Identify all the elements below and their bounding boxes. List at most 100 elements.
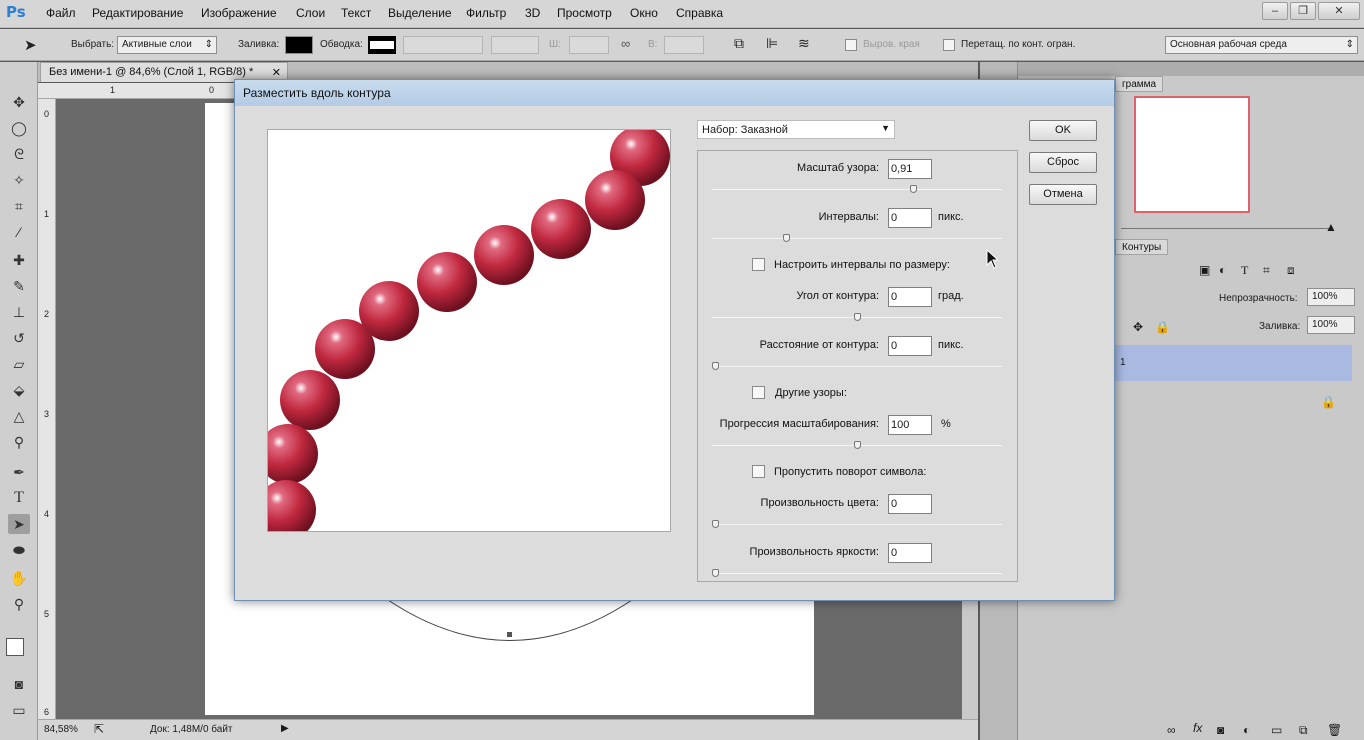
stroke-type-dropdown[interactable]	[491, 36, 539, 54]
image-filter-icon[interactable]: ▣	[1199, 263, 1210, 277]
path-operations-icon[interactable]: ⧉	[734, 35, 744, 52]
scale-progression-input[interactable]: 100	[888, 415, 932, 435]
menu-help[interactable]: Справка	[676, 6, 723, 20]
shape-filter-icon[interactable]: ⌗	[1263, 263, 1270, 278]
menu-layers[interactable]: Слои	[296, 6, 325, 20]
stroke-width-field[interactable]	[403, 36, 483, 54]
path-select-tool-icon[interactable]: ➤	[24, 36, 37, 54]
pen-tool-icon[interactable]: ✒	[8, 462, 30, 482]
link-icon[interactable]: ∞	[621, 36, 630, 51]
lasso-tool-icon[interactable]: ᘓ	[8, 144, 30, 164]
zoom-tool-icon[interactable]: ⚲	[8, 594, 30, 614]
workspace-dropdown[interactable]: Основная рабочая среда ⇕	[1165, 36, 1358, 54]
alt-patterns-checkbox[interactable]	[752, 386, 765, 399]
type-tool-icon[interactable]: T	[8, 488, 30, 508]
menu-filter[interactable]: Фильтр	[466, 6, 506, 20]
spacing-slider-thumb[interactable]	[783, 234, 790, 242]
path-arrangement-icon[interactable]: ≋	[798, 35, 810, 52]
lock-all-icon[interactable]: 🔒	[1155, 320, 1170, 334]
spacing-input[interactable]: 0	[888, 208, 932, 228]
status-menu-arrow-icon[interactable]: ▶	[281, 723, 289, 734]
color-randomness-input[interactable]: 0	[888, 494, 932, 514]
brightness-randomness-slider[interactable]	[712, 569, 1002, 577]
adjust-spacing-checkbox[interactable]	[752, 258, 765, 271]
lock-position-icon[interactable]: ✥	[1133, 320, 1143, 334]
tab-histogram[interactable]: грамма	[1115, 76, 1164, 92]
restore-button[interactable]: ❐	[1290, 2, 1316, 20]
menu-edit[interactable]: Редактирование	[92, 6, 183, 20]
distance-input[interactable]: 0	[888, 336, 932, 356]
add-mask-icon[interactable]: ◙	[1217, 723, 1224, 737]
stroke-swatch[interactable]	[368, 36, 396, 54]
hand-tool-icon[interactable]: ✋	[8, 568, 30, 588]
stamp-tool-icon[interactable]: ⊥	[8, 302, 30, 322]
new-layer-icon[interactable]: ⧉	[1299, 723, 1308, 738]
menu-image[interactable]: Изображение	[201, 6, 277, 20]
scale-progression-slider-thumb[interactable]	[854, 441, 861, 449]
cancel-button[interactable]: Отмена	[1029, 184, 1097, 205]
export-icon[interactable]: ⇱	[94, 722, 104, 736]
navigator-zoom-slider[interactable]	[1121, 228, 1331, 229]
reset-button[interactable]: Сброс	[1029, 152, 1097, 173]
align-edges-checkbox[interactable]	[845, 39, 857, 51]
ellipse-tool-icon[interactable]: ⬬	[8, 540, 30, 560]
type-filter-icon[interactable]: T	[1241, 263, 1248, 278]
close-tab-icon[interactable]: ✕	[272, 66, 281, 79]
brightness-randomness-input[interactable]: 0	[888, 543, 932, 563]
angle-slider-thumb[interactable]	[854, 313, 861, 321]
zoom-in-icon[interactable]: ▲	[1325, 220, 1337, 234]
select-dropdown[interactable]: Активные слои ⇕	[117, 36, 217, 54]
adjustment-layer-icon[interactable]: ◐	[1243, 723, 1250, 737]
brush-tool-icon[interactable]: ✎	[8, 276, 30, 296]
minimize-button[interactable]: –	[1262, 2, 1288, 20]
crop-tool-icon[interactable]: ⌗	[8, 196, 30, 216]
smart-object-filter-icon[interactable]: ⧈	[1287, 263, 1295, 278]
fill-field[interactable]: 100%	[1307, 316, 1355, 334]
width-field[interactable]	[569, 36, 609, 54]
new-group-icon[interactable]: ▭	[1271, 723, 1282, 737]
opacity-field[interactable]: 100%	[1307, 288, 1355, 306]
brightness-randomness-slider-thumb[interactable]	[712, 569, 719, 577]
path-selection-tool-icon[interactable]: ➤	[8, 514, 30, 534]
navigator-thumbnail[interactable]	[1134, 96, 1250, 213]
angle-input[interactable]: 0	[888, 287, 932, 307]
foreground-color-swatch[interactable]	[6, 638, 24, 656]
spacing-slider[interactable]	[712, 234, 1002, 242]
history-brush-tool-icon[interactable]: ↺	[8, 328, 30, 348]
fx-icon[interactable]: fx	[1193, 721, 1202, 735]
tab-paths[interactable]: Контуры	[1115, 239, 1169, 255]
marquee-tool-icon[interactable]: ◯	[8, 118, 30, 138]
close-window-button[interactable]: ✕	[1318, 2, 1360, 20]
menu-type[interactable]: Текст	[341, 6, 371, 20]
eyedropper-tool-icon[interactable]: ⁄	[8, 222, 30, 242]
screen-mode-icon[interactable]: ▭	[8, 700, 30, 720]
distance-slider-thumb[interactable]	[712, 362, 719, 370]
scale-progression-slider[interactable]	[712, 441, 1002, 449]
menu-window[interactable]: Окно	[630, 6, 658, 20]
scale-input[interactable]: 0,91	[888, 159, 932, 179]
angle-slider[interactable]	[712, 313, 1002, 321]
preset-dropdown[interactable]: Набор: Заказной ▼	[697, 120, 895, 139]
menu-view[interactable]: Просмотр	[557, 6, 612, 20]
eraser-tool-icon[interactable]: ▱	[8, 354, 30, 374]
magic-wand-tool-icon[interactable]: ✧	[8, 170, 30, 190]
menu-3d[interactable]: 3D	[525, 6, 540, 20]
scale-slider-thumb[interactable]	[910, 185, 917, 193]
dodge-tool-icon[interactable]: ⚲	[8, 432, 30, 452]
blur-tool-icon[interactable]: △	[8, 406, 30, 426]
constrain-checkbox[interactable]	[943, 39, 955, 51]
scale-slider[interactable]	[712, 185, 1002, 193]
quick-mask-icon[interactable]: ◙	[8, 674, 30, 694]
ok-button[interactable]: OK	[1029, 120, 1097, 141]
fill-swatch[interactable]	[285, 36, 313, 54]
path-alignment-icon[interactable]: ⊫	[766, 35, 778, 52]
menu-select[interactable]: Выделение	[388, 6, 452, 20]
trash-icon[interactable]: 🗑	[1327, 723, 1342, 737]
zoom-level[interactable]: 84,58%	[44, 724, 78, 735]
move-tool-icon[interactable]: ✥	[8, 92, 30, 112]
link-layers-icon[interactable]: ∞	[1167, 723, 1176, 737]
adjustment-filter-icon[interactable]: ◐	[1219, 263, 1226, 277]
height-field[interactable]	[664, 36, 704, 54]
menu-file[interactable]: Файл	[46, 6, 76, 20]
paint-bucket-tool-icon[interactable]: ⬙	[8, 380, 30, 400]
